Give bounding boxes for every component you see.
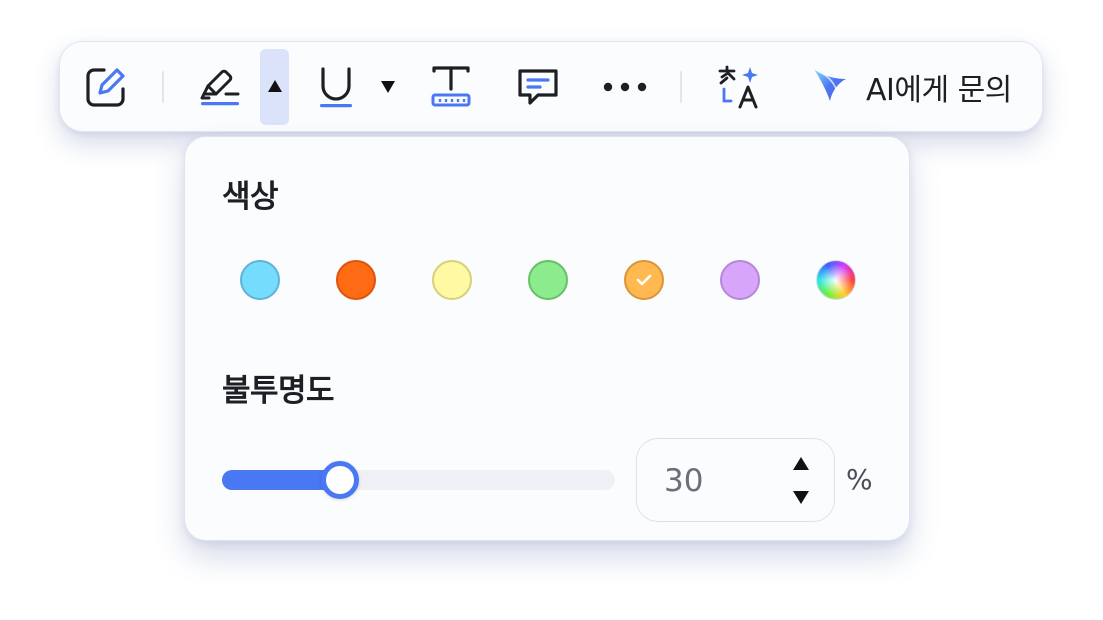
underline-options-toggle[interactable] (380, 80, 396, 94)
caret-up-icon (267, 78, 283, 97)
annotation-toolbar: AI에게 문의 (59, 41, 1043, 132)
highlighter-button[interactable] (198, 64, 242, 110)
underline-icon (318, 64, 354, 110)
comment-button[interactable] (516, 67, 560, 107)
edit-button[interactable] (84, 65, 128, 109)
translate-icon (716, 63, 764, 111)
opacity-unit: % (846, 463, 873, 496)
ai-ask-button[interactable]: AI에게 문의 (810, 42, 1012, 131)
opacity-value[interactable]: 30 (664, 463, 703, 499)
caret-down-icon (792, 490, 810, 509)
toolbar-separator (162, 71, 164, 103)
opacity-section-title: 불투명도 (222, 373, 335, 409)
color-swatch-sky-blue[interactable] (240, 260, 280, 300)
translate-button[interactable] (716, 63, 764, 111)
highlight-options-panel: 색상 불투명도 30 % (184, 136, 910, 541)
opacity-slider[interactable] (222, 461, 615, 499)
color-swatch-rainbow-picker[interactable] (816, 260, 856, 300)
color-section-title: 색상 (222, 179, 279, 215)
color-swatch-orange[interactable] (336, 260, 376, 300)
highlighter-options-toggle[interactable] (260, 49, 289, 125)
color-swatch-lavender[interactable] (720, 260, 760, 300)
ai-ask-label: AI에게 문의 (866, 72, 1012, 108)
ai-sparkle-icon (810, 65, 850, 109)
check-icon (635, 273, 653, 287)
increment-button[interactable] (789, 453, 813, 477)
more-icon (602, 81, 648, 93)
highlighter-icon (198, 64, 242, 110)
opacity-number-input[interactable]: 30 (636, 438, 835, 522)
comment-icon (516, 67, 560, 107)
toolbar-separator (680, 71, 682, 103)
stage: AI에게 문의 색상 불투명도 30 % (0, 0, 1103, 620)
caret-up-icon (792, 456, 810, 475)
edit-icon (84, 65, 128, 109)
text-box-icon (431, 65, 471, 109)
opacity-slider-thumb[interactable] (320, 461, 359, 499)
color-swatch-light-yellow[interactable] (432, 260, 472, 300)
color-swatch-light-green[interactable] (528, 260, 568, 300)
decrement-button[interactable] (789, 487, 813, 511)
underline-button[interactable] (318, 64, 354, 110)
more-button[interactable] (602, 81, 648, 93)
caret-down-icon (380, 80, 396, 94)
text-box-button[interactable] (431, 65, 471, 109)
color-swatch-light-orange[interactable] (624, 260, 664, 300)
